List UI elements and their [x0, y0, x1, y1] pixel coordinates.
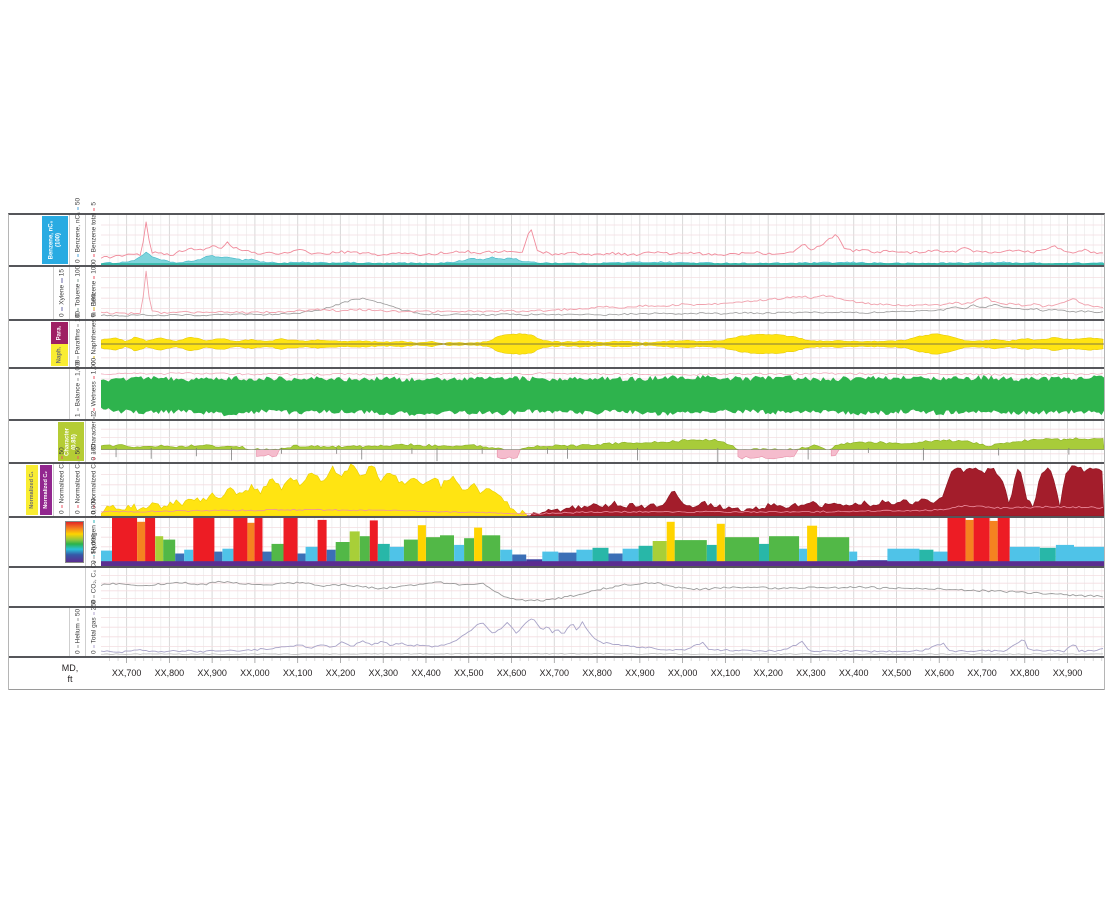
- track-plot-hydrogen: [101, 518, 1104, 566]
- track-plot-co2-c4-c5: [101, 568, 1104, 606]
- depth-tick-label: XX,400: [839, 668, 869, 678]
- depth-tick-label: XX,200: [326, 668, 356, 678]
- track-plot-benzene-nc5-total: [101, 215, 1104, 265]
- track-label-xylene-toluene-benzene: 0Xylene150Toluene1000Benzene100: [9, 267, 101, 319]
- depth-tick-label: XX,700: [540, 668, 570, 678]
- depth-axis-label-cell: MD, ft: [9, 658, 101, 689]
- track-label-co2-c4-c5: 0CO₂, C₄ C₅50,000: [9, 568, 101, 606]
- track-row-character: Character(0.85)0Character2: [9, 421, 1104, 464]
- track-plot-helium-total-gas: [101, 608, 1104, 656]
- depth-tick-label: XX,000: [240, 668, 270, 678]
- depth-tick-label: XX,500: [454, 668, 484, 678]
- scale-text: 0Xylene15: [55, 269, 68, 317]
- depth-tick-label: XX,100: [283, 668, 313, 678]
- mud-log-figure: Benzene, nC₅(100) 0Benzene, nC₅500Benzene…: [8, 213, 1105, 690]
- scale-balance-wetness-0: 1Balance1,000: [69, 369, 85, 419]
- track-row-helium-total-gas: 0Helium500Total gas250: [9, 608, 1104, 658]
- scale-normalized-c1-c2-1: 0Normalized C₃50: [69, 464, 85, 516]
- track-row-benzene-nc5-total: Benzene, nC₅(100) 0Benzene, nC₅500Benzene…: [9, 215, 1104, 267]
- track-label-normalized-c1-c2: Normalized C₁ Normalized C₂ 0Normalized C₂…: [9, 464, 101, 516]
- depth-tick-label: XX,200: [753, 668, 783, 678]
- track-label-balance-wetness: 1Balance1,0001Wetness1,000: [9, 369, 101, 419]
- label-box-normalized-c1-c2-0: Normalized C₁: [26, 465, 38, 515]
- track-row-balance-wetness: 1Balance1,0001Wetness1,000: [9, 369, 1104, 421]
- track-row-hydrogen: 0Hydrogen10,000: [9, 518, 1104, 568]
- label-box: Para.: [51, 322, 68, 344]
- scale-benzene-nc5-total-1: 0Benzene total5: [85, 215, 101, 265]
- scale-text: 0Toluene100: [71, 269, 84, 317]
- scale-benzene-nc5-total-0: 0Benzene, nC₅50: [69, 215, 85, 265]
- track-label-character: Character(0.85)0Character2: [9, 421, 101, 462]
- track-plot-xylene-toluene-benzene: [101, 267, 1104, 319]
- label-box-text: Normalized C₁: [29, 471, 35, 508]
- track-plot-normalized-c1-c2: [101, 464, 1104, 516]
- label-box-text: Normalized C₂: [43, 471, 49, 509]
- depth-tick-label: XX,700: [112, 668, 142, 678]
- depth-tick-label: XX,800: [155, 668, 185, 678]
- track-label-naphthenes-paraffins: Para.Naph.0Paraffins1000Naphthenes %100: [9, 321, 101, 367]
- track-label-benzene-nc5-total: Benzene, nC₅(100) 0Benzene, nC₅500Benzene…: [9, 215, 101, 265]
- depth-tick-label: XX,300: [368, 668, 398, 678]
- depth-tick-label: XX,800: [582, 668, 612, 678]
- scale-text: 0Total gas250: [87, 610, 100, 654]
- depth-tick-label: XX,600: [497, 668, 527, 678]
- label-boxes-naphthenes-paraffins: Para. Naph.: [51, 322, 68, 366]
- scale-text: 0Helium50: [71, 610, 84, 654]
- scale-text: 0Benzene total5: [87, 217, 100, 263]
- track-plot-character: [101, 421, 1104, 462]
- depth-tick-label: XX,900: [625, 668, 655, 678]
- depth-tick-label: XX,900: [197, 668, 227, 678]
- label-box-text: Benzene, nC₅(100): [48, 221, 61, 260]
- track-row-co2-c4-c5: 0CO₂, C₄ C₅50,000: [9, 568, 1104, 608]
- depth-tick-label: XX,900: [1053, 668, 1083, 678]
- label-box-benzene-nc5-total-0: Benzene, nC₅(100): [42, 216, 68, 264]
- label-box-text: Para.: [56, 326, 63, 341]
- depth-axis-ticks: XX,700 XX,800 XX,900 XX,000 XX,100 XX,200 XX,3…: [101, 658, 1104, 689]
- depth-tick-label: XX,100: [711, 668, 741, 678]
- scale-text: 0Normalized C₃50: [71, 466, 84, 514]
- track-label-hydrogen: 0Hydrogen10,000: [9, 518, 101, 566]
- scale-xylene-toluene-benzene-0: 0Xylene15: [53, 267, 69, 319]
- scale-normalized-c1-c2-0: 0Normalized C₂50: [53, 464, 69, 516]
- depth-axis-label: MD, ft: [32, 663, 79, 684]
- depth-tick-label: XX,000: [668, 668, 698, 678]
- label-box-normalized-c1-c2-1: Normalized C₂: [40, 465, 52, 515]
- label-box: Naph.: [51, 344, 68, 366]
- track-plot-balance-wetness: [101, 369, 1104, 419]
- depth-tick-label: XX,500: [882, 668, 912, 678]
- scale-text: 0Normalized C₂50: [55, 466, 68, 514]
- depth-tick-label: XX,700: [967, 668, 997, 678]
- track-row-xylene-toluene-benzene: 0Xylene150Toluene1000Benzene100: [9, 267, 1104, 321]
- scale-text: 1Balance1,000: [71, 371, 84, 417]
- scale-text: 0Benzene, nC₅50: [71, 217, 84, 263]
- label-box-text: Naph.: [56, 347, 63, 364]
- depth-tick-label: XX,400: [411, 668, 441, 678]
- depth-axis-row: MD, ft XX,700XX,800XX,900XX,000XX,100XX,…: [9, 658, 1104, 690]
- hydrogen-colorbar: [65, 521, 84, 563]
- scale-helium-total-gas-1: 0Total gas250: [85, 608, 101, 656]
- depth-tick-label: XX,800: [1010, 668, 1040, 678]
- depth-tick-label: XX,600: [924, 668, 954, 678]
- label-box-character-0: Character(0.85): [58, 422, 84, 461]
- track-plot-naphthenes-paraffins: [101, 321, 1104, 367]
- depth-tick-label: XX,300: [796, 668, 826, 678]
- track-label-helium-total-gas: 0Helium500Total gas250: [9, 608, 101, 656]
- track-row-normalized-c1-c2: Normalized C₁ Normalized C₂ 0Normalized C₂…: [9, 464, 1104, 518]
- mud-log-screenshot: { "axis": { "label_line1": "MD,", "label…: [0, 0, 1110, 900]
- scale-helium-total-gas-0: 0Helium50: [69, 608, 85, 656]
- track-row-naphthenes-paraffins: Para.Naph.0Paraffins1000Naphthenes %100: [9, 321, 1104, 369]
